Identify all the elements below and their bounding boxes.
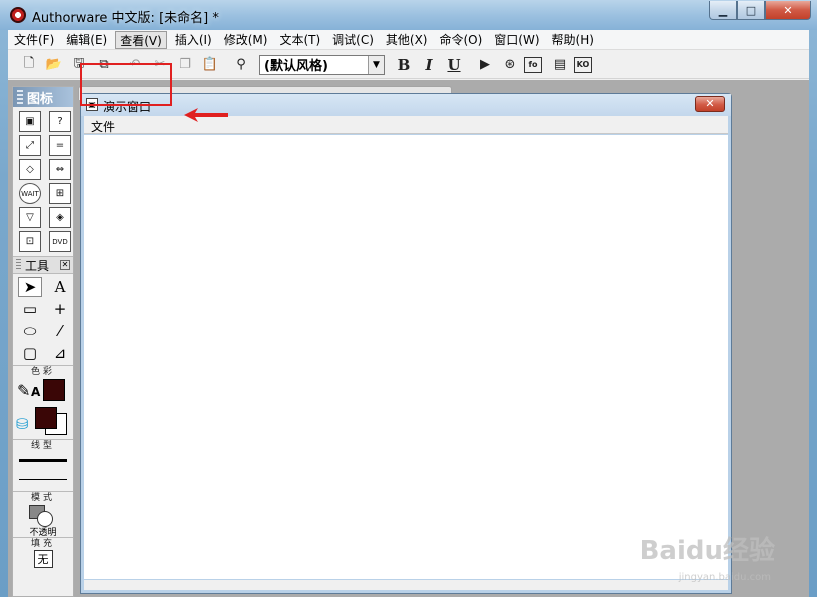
text-style-value: (默认风格) (264, 59, 328, 74)
copy-icon[interactable]: ❐ (174, 54, 196, 76)
menu-edit[interactable]: 编辑(E) (62, 31, 111, 49)
client-area: 文件(F) 编辑(E) 查看(V) 插入(I) 修改(M) 文本(T) 调试(C… (8, 30, 809, 597)
italic-button[interactable]: I (418, 54, 440, 76)
maximize-button[interactable]: □ (737, 1, 765, 20)
icon-palette-title: 图标 (27, 91, 54, 107)
menu-command[interactable]: 命令(O) (435, 31, 486, 49)
line-tool-icon[interactable]: + (48, 299, 72, 319)
motion-icon[interactable]: ⤢ (19, 135, 41, 156)
workspace: 图标 ▣ ? ⤢ = ◇ ⇔ WAIT ⊞ ▽ ◈ ⊡ DVD 工具 ✕ ➤ A… (8, 80, 809, 597)
icon-palette-header[interactable]: 图标 (13, 87, 73, 107)
menu-view[interactable]: 查看(V) (115, 30, 167, 49)
tools-header[interactable]: 工具 ✕ (13, 256, 73, 274)
menu-modify[interactable]: 修改(M) (220, 31, 272, 49)
chevron-down-icon[interactable]: ▼ (368, 55, 384, 74)
mode-selector[interactable]: 不透明 (13, 503, 73, 538)
presentation-close-button[interactable]: ✕ (695, 96, 725, 112)
paint-bucket-icon: ⛁ (16, 415, 29, 433)
ellipse-tool-icon[interactable]: ⬭ (18, 321, 42, 341)
wait-icon[interactable]: WAIT (19, 183, 41, 204)
presentation-window: ▣ 演示窗口 ✕ 文件 (80, 93, 732, 594)
open-folder-icon[interactable]: 📂 (43, 54, 65, 76)
digital-movie-icon[interactable]: ◈ (49, 207, 71, 228)
pencil-icon: ✎ (17, 381, 31, 400)
menu-text[interactable]: 文本(T) (275, 31, 324, 49)
close-icon[interactable]: ✕ (60, 260, 70, 270)
fill-value: 无 (33, 550, 53, 568)
tools-title: 工具 (25, 258, 50, 273)
mode-section-label: 模式 (13, 491, 73, 503)
dvd-icon[interactable]: DVD (49, 231, 71, 252)
presentation-canvas[interactable] (84, 135, 728, 579)
line-section-label: 线型 (13, 439, 73, 451)
window-title: Authorware 中文版: [未命名] * (32, 11, 219, 26)
fill-color-swatch[interactable] (35, 407, 57, 429)
stroke-color-swatch[interactable] (43, 379, 65, 401)
variables-icon[interactable]: ▤ (549, 54, 571, 76)
calculation-icon[interactable]: = (49, 135, 71, 156)
menu-other[interactable]: 其他(X) (382, 31, 432, 49)
find-icon[interactable]: ⚲ (230, 54, 252, 76)
minimize-button[interactable]: ▁ (709, 1, 737, 20)
menu-insert[interactable]: 插入(I) (171, 31, 216, 49)
presentation-menu-bar: 文件 (84, 116, 728, 134)
underline-button[interactable]: U (443, 54, 465, 76)
grip-icon[interactable] (17, 90, 23, 104)
line-style-thick[interactable] (13, 451, 73, 471)
navigate-icon[interactable]: ⇔ (49, 159, 71, 180)
menu-file[interactable]: 文件(F) (10, 31, 58, 49)
text-style-select[interactable]: (默认风格) ▼ (259, 54, 385, 75)
bold-button[interactable]: B (393, 54, 415, 76)
presentation-menu-file[interactable]: 文件 (91, 118, 115, 135)
rectangle-tool-icon[interactable]: ▭ (18, 299, 42, 319)
tool-grid: ➤ A ▭ + ⬭ ⁄ ▢ ⊿ (13, 274, 73, 365)
color-section-label: 色彩 (13, 365, 73, 377)
functions-button[interactable]: fo (524, 56, 542, 73)
close-button[interactable]: ✕ (765, 1, 811, 20)
fill-color-row: ⛁ (13, 405, 73, 439)
window-controls: ▁ □ ✕ (709, 1, 811, 20)
menu-window[interactable]: 窗口(W) (490, 31, 543, 49)
annotation-arrow-icon (184, 108, 228, 122)
fill-selector[interactable]: 无 (13, 549, 73, 569)
framework-icon[interactable]: ⊞ (49, 183, 71, 204)
control-panel-icon[interactable]: ⊛ (499, 54, 521, 76)
presentation-title-bar[interactable]: ▣ 演示窗口 ✕ (81, 94, 731, 116)
paste-icon[interactable]: 📋 (199, 54, 221, 76)
baidu-watermark: Baidu经验 (639, 536, 775, 566)
erase-icon[interactable]: ◇ (19, 159, 41, 180)
interaction-icon[interactable]: ? (49, 111, 71, 132)
pointer-tool-icon[interactable]: ➤ (18, 277, 42, 297)
authorware-app-icon[interactable] (10, 7, 26, 23)
display-icon[interactable]: ▣ (19, 111, 41, 132)
line-style-thin[interactable] (13, 471, 73, 491)
presentation-bottom-border (84, 580, 728, 590)
menu-help[interactable]: 帮助(H) (548, 31, 598, 49)
menu-bar: 文件(F) 编辑(E) 查看(V) 插入(I) 修改(M) 文本(T) 调试(C… (8, 30, 809, 50)
new-file-icon[interactable]: 🗋 (18, 54, 40, 76)
text-tool[interactable]: A (48, 277, 72, 297)
icon-palette: 图标 ▣ ? ⤢ = ◇ ⇔ WAIT ⊞ ▽ ◈ ⊡ DVD 工具 ✕ ➤ A… (12, 86, 74, 597)
fill-section-label: 填充 (13, 537, 73, 549)
grip-icon[interactable] (16, 259, 21, 271)
knowledge-objects-button[interactable]: KO (574, 56, 592, 73)
title-bar[interactable]: Authorware 中文版: [未命名] * ▁ □ ✕ (0, 0, 817, 30)
stroke-color-row: ✎ A (13, 377, 73, 405)
decision-icon[interactable]: ▽ (19, 207, 41, 228)
map-icon[interactable]: ⊡ (19, 231, 41, 252)
icon-grid: ▣ ? ⤢ = ◇ ⇔ WAIT ⊞ ▽ ◈ ⊡ DVD (13, 107, 73, 256)
polygon-tool-icon[interactable]: ⊿ (48, 343, 72, 363)
diagonal-line-tool-icon[interactable]: ⁄ (48, 321, 72, 341)
mode-value: 不透明 (29, 528, 57, 538)
annotation-highlight-box (80, 63, 172, 106)
baidu-watermark-url: jingyan.baidu.com (678, 572, 771, 583)
run-icon[interactable]: ▶ (474, 54, 496, 76)
app-window: Authorware 中文版: [未命名] * ▁ □ ✕ 文件(F) 编辑(E… (0, 0, 817, 597)
rounded-rect-tool-icon[interactable]: ▢ (18, 343, 42, 363)
menu-debug[interactable]: 调试(C) (328, 31, 378, 49)
